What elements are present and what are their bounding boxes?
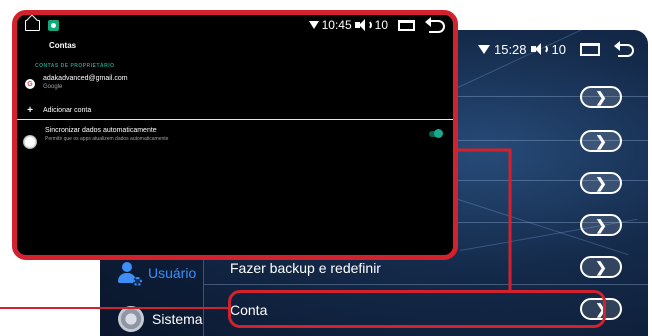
system-gear-icon xyxy=(118,306,144,332)
chevron-right-icon: ❯ xyxy=(595,216,607,233)
plus-icon: + xyxy=(27,105,33,116)
recent-apps-icon[interactable] xyxy=(398,19,415,31)
page-title: Contas xyxy=(49,41,77,50)
user-settings-icon xyxy=(118,262,142,286)
overlay-status-bar: 10:45 10 xyxy=(17,15,453,35)
accounts-screen-callout: 10:45 10 Contas CONTAS DE PROPRIETÁRIO G… xyxy=(12,10,458,260)
wifi-icon xyxy=(477,44,490,54)
chevron-right-icon: ❯ xyxy=(595,174,607,191)
account-email: adakadvanced@gmail.com xyxy=(43,75,128,82)
status-bar: 15:28 10 xyxy=(477,38,634,60)
touch-indicator xyxy=(23,135,37,149)
add-account-label: Adicionar conta xyxy=(43,107,92,114)
auto-sync-setting[interactable]: Sincronizar dados automaticamente Permit… xyxy=(23,127,169,149)
auto-sync-toggle[interactable] xyxy=(429,129,443,138)
row-chevron-button[interactable]: ❯ xyxy=(580,172,622,194)
chevron-right-icon: ❯ xyxy=(595,258,607,275)
sidebar-item-label: Sistema xyxy=(152,311,203,327)
sync-title: Sincronizar dados automaticamente xyxy=(45,127,157,134)
sync-subtitle: Permitir que os apps atualizem dados aut… xyxy=(45,136,169,142)
row-chevron-button[interactable]: ❯ xyxy=(580,86,622,108)
row-chevron-button[interactable]: ❯ xyxy=(580,214,622,236)
sidebar-item-label: Usuário xyxy=(148,265,197,281)
google-icon: G xyxy=(25,79,35,89)
settings-app-icon xyxy=(48,19,59,31)
volume-icon xyxy=(354,19,372,31)
account-provider: Google xyxy=(43,84,63,90)
chevron-right-icon: ❯ xyxy=(595,132,607,149)
back-icon[interactable] xyxy=(425,17,445,33)
row-chevron-button[interactable]: ❯ xyxy=(580,256,622,278)
row-backup-label[interactable]: Fazer backup e redefinir xyxy=(230,260,381,276)
section-label: CONTAS DE PROPRIETÁRIO xyxy=(35,63,115,69)
sidebar-item-usuario[interactable]: Usuário xyxy=(118,262,197,286)
volume-level: 10 xyxy=(551,41,566,57)
home-icon[interactable] xyxy=(25,19,40,31)
row-chevron-button[interactable]: ❯ xyxy=(580,130,622,152)
conta-highlight xyxy=(228,290,606,328)
back-icon[interactable] xyxy=(614,41,634,57)
recent-apps-icon[interactable] xyxy=(580,42,600,56)
account-item[interactable]: G adakadvanced@gmail.com Google xyxy=(25,75,128,90)
row-divider xyxy=(204,284,648,285)
status-time: 10:45 xyxy=(321,18,352,32)
volume-icon xyxy=(530,43,548,55)
sidebar-item-sistema[interactable]: Sistema xyxy=(118,306,203,332)
divider xyxy=(17,119,453,120)
status-time: 15:28 xyxy=(493,41,527,57)
volume-level: 10 xyxy=(374,18,388,32)
wifi-icon xyxy=(308,21,319,29)
chevron-right-icon: ❯ xyxy=(595,88,607,105)
add-account-button[interactable]: + Adicionar conta xyxy=(25,105,91,116)
